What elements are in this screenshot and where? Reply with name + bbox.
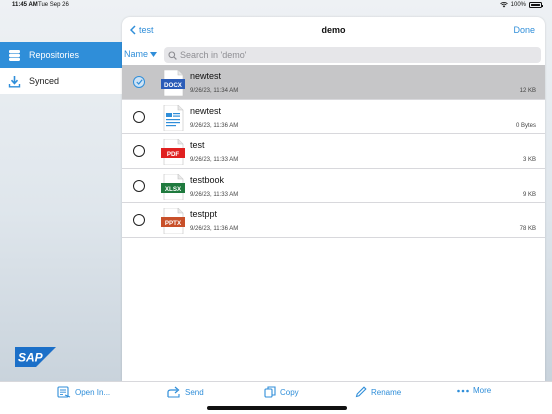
sap-logo: SAP: [15, 347, 56, 367]
file-list: DOCX newtest 9/26/23, 11:34 AM 12 KB new…: [122, 65, 545, 238]
filter-row: Name: [122, 44, 545, 66]
docx-file-icon: DOCX: [161, 70, 185, 96]
svg-text:PDF: PDF: [167, 151, 180, 158]
file-date: 9/26/23, 11:36 AM: [190, 122, 239, 129]
file-name: newtest: [190, 105, 222, 116]
table-row[interactable]: newtest 9/26/23, 11:36 AM 0 Bytes: [122, 100, 545, 134]
sidebar-item-label: Synced: [29, 76, 60, 86]
status-date: Tue Sep 26: [38, 2, 69, 8]
copy-button[interactable]: Copy: [264, 386, 299, 398]
status-time: 11:45 AM: [12, 2, 38, 8]
file-date: 9/26/23, 11:33 AM: [190, 157, 239, 163]
file-date: 9/26/23, 11:33 AM: [190, 191, 239, 198]
sidebar: Repositories Synced: [0, 42, 122, 94]
search-input[interactable]: [180, 50, 530, 60]
sidebar-item-repositories[interactable]: Repositories: [0, 42, 122, 68]
xlsx-file-icon: XLSX: [161, 173, 185, 200]
copy-label: Copy: [280, 387, 299, 397]
pencil-icon: [355, 386, 367, 398]
sort-button[interactable]: Name: [124, 49, 158, 59]
selection-checkbox[interactable]: [133, 145, 145, 157]
navigation-bar: test demo Done: [122, 17, 545, 44]
text-file-icon: [163, 104, 184, 131]
sidebar-item-synced[interactable]: Synced: [0, 68, 122, 94]
file-browser-panel: test demo Done Name Search in 'demo' DOC…: [122, 17, 545, 381]
pptx-file-icon: PPTX: [161, 208, 185, 234]
file-size: 3 KB: [522, 157, 536, 163]
rename-label: Rename: [371, 387, 402, 397]
database-icon: [8, 49, 21, 62]
rename-button[interactable]: Rename: [355, 386, 401, 398]
svg-text:XLSX: XLSX: [165, 185, 182, 192]
file-size: 0 Bytes: [515, 122, 536, 129]
file-size: 12 KB: [519, 88, 536, 94]
status-indicators: 100%: [499, 2, 543, 8]
file-size: 9 KB: [522, 191, 536, 198]
table-row[interactable]: PDF test 9/26/23, 11:33 AM 3 KB: [122, 134, 545, 169]
pdf-file-icon: PDF: [161, 139, 185, 165]
status-bar: 11:45 AM Tue Sep 26 100%: [0, 0, 552, 12]
send-button[interactable]: Send: [167, 386, 204, 398]
open-in-label: Open In...: [75, 387, 111, 397]
copy-icon: [264, 386, 276, 398]
file-size: 78 KB: [519, 226, 536, 232]
selection-checkbox[interactable]: [133, 110, 145, 123]
file-date: 9/26/23, 11:36 AM: [190, 226, 239, 232]
more-icon: [457, 389, 469, 392]
file-date: 9/26/23, 11:34 AM: [190, 88, 239, 94]
search-box[interactable]: [164, 47, 541, 63]
wifi-icon: [499, 2, 508, 8]
share-icon: [167, 386, 180, 398]
checkmark-icon: [135, 79, 143, 85]
battery-percent: 100%: [510, 2, 526, 8]
open-in-icon: [57, 386, 71, 398]
download-icon: [8, 75, 21, 88]
table-row[interactable]: DOCX newtest 9/26/23, 11:34 AM 12 KB: [122, 65, 545, 100]
open-in-button[interactable]: Open In...: [57, 386, 110, 398]
done-button[interactable]: Done: [513, 25, 535, 35]
file-name: testppt: [190, 209, 218, 219]
selection-checkbox[interactable]: [133, 214, 145, 226]
battery-icon: [529, 2, 543, 8]
table-row[interactable]: XLSX testbook 9/26/23, 11:33 AM 9 KB: [122, 169, 545, 203]
search-icon: [168, 50, 177, 60]
selection-checkbox[interactable]: [133, 76, 145, 88]
page-title: demo: [321, 25, 346, 35]
sort-label: Name: [124, 49, 149, 59]
svg-text:SAP: SAP: [18, 351, 44, 365]
more-label: More: [473, 386, 492, 395]
table-row[interactable]: PPTX testppt 9/26/23, 11:36 AM 78 KB: [122, 203, 545, 238]
more-button[interactable]: More: [457, 386, 491, 395]
send-label: Send: [185, 387, 204, 397]
svg-text:PPTX: PPTX: [165, 220, 182, 227]
home-indicator[interactable]: [207, 406, 347, 410]
caret-down-icon: [150, 51, 158, 57]
selection-checkbox[interactable]: [133, 179, 145, 192]
svg-text:DOCX: DOCX: [164, 82, 183, 89]
file-name: newtest: [190, 71, 222, 81]
file-name: test: [190, 140, 205, 150]
sidebar-item-label: Repositories: [29, 50, 80, 60]
file-name: testbook: [190, 174, 225, 185]
